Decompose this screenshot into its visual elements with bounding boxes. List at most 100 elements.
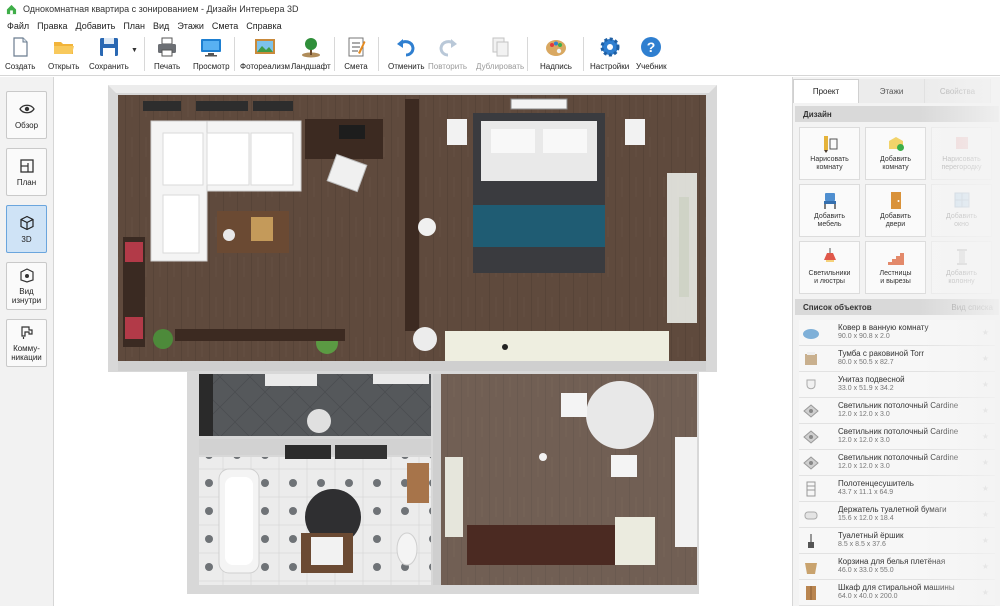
favorite-icon[interactable]: ★: [982, 406, 989, 415]
toolbar: Создать Открыть Сохранить ▼ Печать Просм…: [0, 33, 1000, 76]
print-button[interactable]: Печать: [154, 35, 180, 75]
list-item[interactable]: Полотенцесушитель 43.7 x 11.1 x 64.9 ★: [799, 476, 995, 502]
menu-edit[interactable]: Правка: [33, 21, 71, 31]
wooden-divider: [405, 99, 419, 331]
menu-help[interactable]: Справка: [242, 21, 285, 31]
menu-plan[interactable]: План: [119, 21, 149, 31]
save-dropdown-arrow-icon[interactable]: ▼: [131, 47, 138, 54]
printer-icon: [158, 37, 177, 57]
toolbar-divider: [583, 37, 584, 71]
add-column-button[interactable]: Добавить колонну: [931, 241, 992, 294]
inside-view-button[interactable]: Вид изнутри: [6, 262, 47, 310]
favorite-icon[interactable]: ★: [982, 354, 989, 363]
favorite-icon[interactable]: ★: [982, 536, 989, 545]
open-button[interactable]: Открыть: [48, 35, 79, 75]
favorite-icon[interactable]: ★: [982, 588, 989, 597]
list-item[interactable]: Светильник потолочный Cardine 12.0 x 12.…: [799, 450, 995, 476]
list-item[interactable]: Унитаз подвесной 33.0 x 51.9 x 34.2 ★: [799, 372, 995, 398]
lamp-icon: [823, 248, 836, 262]
add-door-button[interactable]: Добавить двери: [865, 184, 926, 237]
list-item[interactable]: Держатель туалетной бумаги 15.6 x 12.0 x…: [799, 502, 995, 528]
window-title: Однокомнатная квартира с зонированием - …: [23, 4, 299, 14]
view-sidebar: Обзор План 3D Вид изнутри Комму-никации: [0, 77, 54, 606]
list-item[interactable]: Светильник потолочный Cardine 12.0 x 12.…: [799, 424, 995, 450]
panel-tabs: Проект Этажи Свойства: [793, 79, 1000, 103]
floor-plan-3d-render[interactable]: [55, 77, 791, 606]
lamps-button[interactable]: Светильники и люстры: [799, 241, 860, 294]
list-item[interactable]: Корзина для белья плетёная 46.0 x 33.0 x…: [799, 554, 995, 580]
toilet-brush-icon: [808, 534, 814, 548]
column-icon: [956, 249, 967, 265]
communications-view-button[interactable]: Комму-никации: [6, 319, 47, 367]
add-furniture-button[interactable]: Добавить мебель: [799, 184, 860, 237]
menu-add[interactable]: Добавить: [72, 21, 120, 31]
duplicate-button[interactable]: Дублировать: [476, 35, 524, 75]
menu-floors[interactable]: Этажи: [173, 21, 208, 31]
rug-icon: [803, 329, 819, 339]
objects-section-header: Список объектов Вид списка: [795, 299, 999, 315]
menu-estimate[interactable]: Смета: [208, 21, 242, 31]
comm-label-line2: никации: [11, 353, 42, 362]
tab-floors[interactable]: Этажи: [859, 79, 925, 103]
tutorial-button[interactable]: ? Учебник: [636, 35, 667, 75]
landscape-button[interactable]: Ландшафт: [291, 35, 331, 75]
favorite-icon[interactable]: ★: [982, 380, 989, 389]
list-item[interactable]: Ковер в ванную комнату 90.0 x 90.8 x 2.0…: [799, 320, 995, 346]
undo-button[interactable]: Отменить: [388, 35, 425, 75]
cabinet-icon: [806, 586, 816, 600]
photorealism-button[interactable]: Фотореализм: [240, 35, 290, 75]
ceiling-light-icon: [803, 404, 819, 418]
toolbar-divider: [378, 37, 379, 71]
save-button[interactable]: Сохранить: [89, 35, 129, 75]
list-item[interactable]: Светильник потолочный Cardine 12.0 x 12.…: [799, 398, 995, 424]
overview-view-button[interactable]: Обзор: [6, 91, 47, 139]
ceiling-light-icon: [803, 430, 819, 444]
add-room-icon: [888, 137, 904, 151]
tree-icon: [301, 38, 320, 58]
menu-view[interactable]: Вид: [149, 21, 173, 31]
undo-arrow-icon: [397, 39, 415, 57]
favorite-icon[interactable]: ★: [982, 458, 989, 467]
svg-text:?: ?: [647, 39, 656, 55]
ceiling-light-icon: [803, 456, 819, 470]
door-icon: [890, 192, 901, 209]
tab-properties[interactable]: Свойства: [925, 79, 991, 103]
label-button[interactable]: Надпись: [540, 35, 572, 75]
redo-arrow-icon: [439, 39, 457, 57]
new-document-icon: [13, 37, 28, 57]
towel-dryer-icon: [806, 481, 816, 497]
plan-view-button[interactable]: План: [6, 148, 47, 196]
list-item[interactable]: Тумба с раковиной Torr 80.0 x 50.5 x 82.…: [799, 346, 995, 372]
floppy-disk-icon: [99, 38, 118, 56]
gear-icon: [600, 37, 620, 57]
menu-file[interactable]: Файл: [3, 21, 33, 31]
settings-button[interactable]: Настройки: [590, 35, 629, 75]
redo-button[interactable]: Повторить: [428, 35, 467, 75]
stairs-button[interactable]: Лестницы и вырезы: [865, 241, 926, 294]
list-item[interactable]: Шкаф для стиральной машины 64.0 x 40.0 x…: [799, 580, 995, 606]
toolbar-divider: [334, 37, 335, 71]
estimate-button[interactable]: Смета: [344, 35, 368, 75]
list-item[interactable]: Туалетный ёршик 8.5 x 8.5 x 37.6 ★: [799, 528, 995, 554]
favorite-icon[interactable]: ★: [982, 562, 989, 571]
pencil-room-icon: [823, 136, 837, 153]
list-view-toggle[interactable]: Вид списка: [951, 303, 993, 312]
toilet-icon: [806, 379, 816, 390]
add-room-button[interactable]: Добавить комнату: [865, 127, 926, 180]
3d-canvas[interactable]: [55, 77, 791, 606]
toolbar-divider: [234, 37, 235, 71]
draw-partition-button[interactable]: Нарисовать перегородку: [931, 127, 992, 180]
draw-room-button[interactable]: Нарисовать комнату: [799, 127, 860, 180]
favorite-icon[interactable]: ★: [982, 484, 989, 493]
preview-button[interactable]: Просмотр: [193, 35, 230, 75]
3d-view-button[interactable]: 3D: [6, 205, 47, 253]
folder-icon: [53, 42, 74, 54]
tab-project[interactable]: Проект: [793, 79, 859, 103]
create-button[interactable]: Создать: [5, 35, 35, 75]
stairs-icon: [887, 253, 904, 265]
add-window-button[interactable]: Добавить окно: [931, 184, 992, 237]
favorite-icon[interactable]: ★: [982, 510, 989, 519]
favorite-icon[interactable]: ★: [982, 328, 989, 337]
project-panel: Проект Этажи Свойства Дизайн Нарисовать к…: [792, 77, 1000, 606]
favorite-icon[interactable]: ★: [982, 432, 989, 441]
